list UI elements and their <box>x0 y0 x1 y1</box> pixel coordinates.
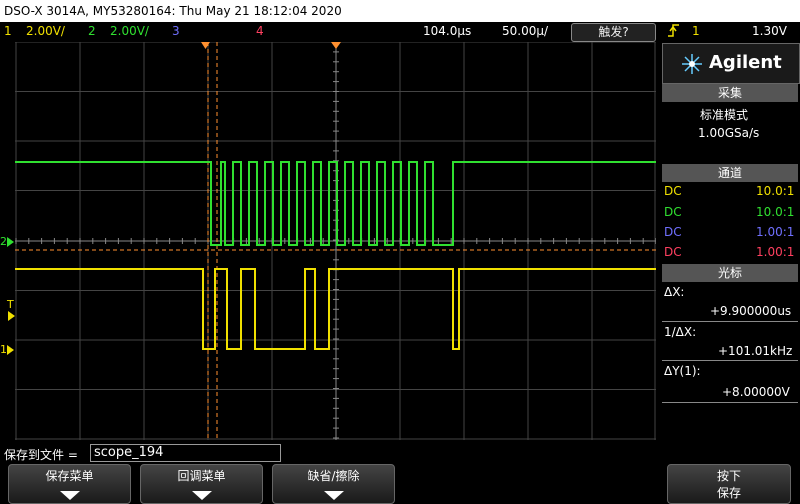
softkey-recall-menu[interactable]: 回调菜单 <box>140 464 263 504</box>
side-panel: Agilent 采集 标准模式 1.00GSa/s 通道 DC 10.0:1 D… <box>660 42 800 440</box>
arrow-down-icon <box>191 491 212 500</box>
delta-y-value: +8.00000V <box>722 385 790 399</box>
acquire-mode: 标准模式 <box>700 108 749 122</box>
trigger-status-button[interactable]: 触发? <box>571 23 656 42</box>
ch3-number[interactable]: 3 <box>172 24 180 38</box>
arrow-down-icon <box>59 491 80 500</box>
arrow-down-icon <box>323 491 344 500</box>
ch1-number[interactable]: 1 <box>4 24 12 38</box>
ch4-number[interactable]: 4 <box>256 24 264 38</box>
ch2-coupling: DC <box>664 205 682 219</box>
save-to-file-label: 保存到文件 = <box>4 448 78 462</box>
softkey-press-to-save[interactable]: 按下 保存 <box>667 464 791 504</box>
ch1-probe-ratio: 10.0:1 <box>756 184 795 198</box>
ch1-scale[interactable]: 2.00V/ <box>26 24 65 38</box>
divider <box>662 402 798 403</box>
ch1-coupling: DC <box>664 184 682 198</box>
ch3-probe-ratio: 1.00:1 <box>756 225 795 239</box>
inverse-delta-x-value: +101.01kHz <box>718 344 793 358</box>
cursors-header: 光标 <box>662 264 798 282</box>
ch4-probe-ratio: 1.00:1 <box>756 245 795 259</box>
waveform-display[interactable] <box>15 41 657 440</box>
window-title: DSO-X 3014A, MY53280164: Thu May 21 18:1… <box>4 4 342 18</box>
ch2-probe-ratio: 10.0:1 <box>756 205 795 219</box>
agilent-spark-icon <box>681 53 703 79</box>
channels-header: 通道 <box>662 164 798 182</box>
sample-rate: 1.00GSa/s <box>698 126 760 140</box>
divider <box>662 360 798 361</box>
delta-y-label: ΔY(1): <box>664 364 701 378</box>
title-bar: DSO-X 3014A, MY53280164: Thu May 21 18:1… <box>0 0 800 22</box>
ch2-number[interactable]: 2 <box>88 24 96 38</box>
softkey-label: 缺省/擦除 <box>307 469 360 483</box>
softkey-label-line2: 保存 <box>716 486 741 500</box>
ch2-scale[interactable]: 2.00V/ <box>110 24 149 38</box>
brand-logo-text: Agilent <box>709 52 782 73</box>
softkey-label: 回调菜单 <box>177 469 226 483</box>
trigger-source[interactable]: 1 <box>692 24 700 38</box>
ch3-coupling: DC <box>664 225 682 239</box>
acquire-header: 采集 <box>662 84 798 102</box>
softkey-default-erase[interactable]: 缺省/擦除 <box>272 464 395 504</box>
time-scale[interactable]: 50.00μ/ <box>502 24 548 38</box>
filename-field[interactable]: scope_194 <box>90 444 281 462</box>
brand-box: Agilent <box>662 43 800 84</box>
softkey-label: 保存菜单 <box>45 469 94 483</box>
inverse-delta-x-label: 1/ΔX: <box>664 325 697 339</box>
divider <box>662 321 798 322</box>
time-reference[interactable]: 104.0μs <box>423 24 471 38</box>
ch2-ground-marker[interactable]: 2 <box>0 235 15 249</box>
trigger-rising-edge-icon <box>666 22 682 43</box>
trigger-level-marker[interactable]: T <box>0 298 15 322</box>
delta-x-label: ΔX: <box>664 285 685 299</box>
ch1-ground-marker[interactable]: 1 <box>0 343 15 357</box>
ch4-coupling: DC <box>664 245 682 259</box>
softkey-label-line1: 按下 <box>716 469 741 483</box>
softkey-save-menu[interactable]: 保存菜单 <box>8 464 131 504</box>
status-bar: 1 2.00V/ 2 2.00V/ 3 4 104.0μs 50.00μ/ 触发… <box>0 22 800 43</box>
trigger-level[interactable]: 1.30V <box>752 24 787 38</box>
delta-x-value: +9.900000us <box>710 304 792 318</box>
